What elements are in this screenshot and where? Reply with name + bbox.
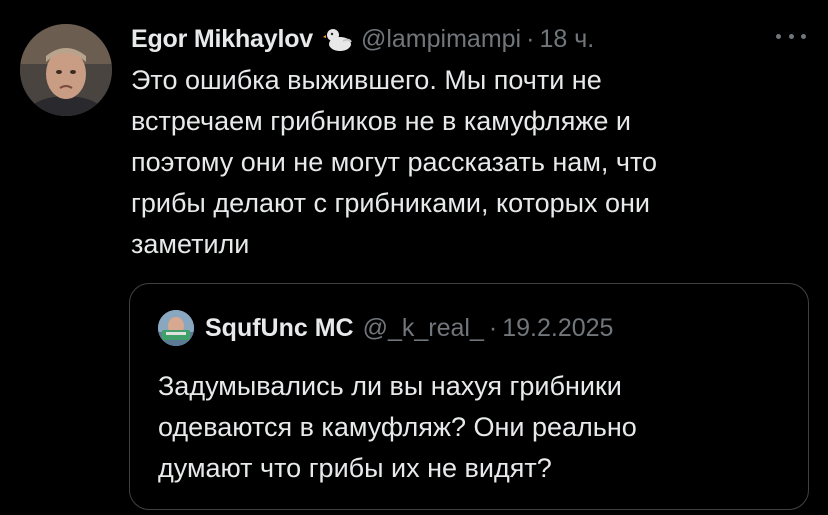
- author-avatar[interactable]: [20, 24, 112, 116]
- quoted-tweet-header: SqufUnc MC @_k_real_ · 19.2.2025: [158, 310, 613, 346]
- ellipsis-icon: [776, 33, 781, 39]
- separator-dot: ·: [526, 24, 535, 53]
- quoted-tweet-text: Задумывались ли вы нахуя грибники одеваю…: [158, 371, 637, 483]
- quoted-tweet-date: 19.2.2025: [502, 313, 614, 342]
- tweet[interactable]: Egor Mikhaylov @lampimampi · 18 ч. Это о…: [0, 0, 828, 515]
- tweet-header: Egor Mikhaylov @lampimampi · 18 ч.: [131, 20, 594, 58]
- quoted-author-name: SqufUnc MC: [205, 313, 354, 342]
- tweet-text: Это ошибка выжившего. Мы почти не встреч…: [131, 65, 658, 259]
- separator-dot: ·: [488, 313, 498, 342]
- quoted-author-handle: @_k_real_: [362, 313, 484, 342]
- quoted-author-avatar: [158, 310, 194, 346]
- tweet-timestamp[interactable]: 18 ч.: [539, 25, 594, 54]
- author-handle[interactable]: @lampimampi: [361, 25, 521, 54]
- quoted-tweet[interactable]: SqufUnc MC @_k_real_ · 19.2.2025 Задумыв…: [129, 283, 809, 510]
- duck-emoji-icon: [322, 24, 353, 54]
- more-options-button[interactable]: [776, 26, 806, 46]
- author-name[interactable]: Egor Mikhaylov: [131, 25, 313, 54]
